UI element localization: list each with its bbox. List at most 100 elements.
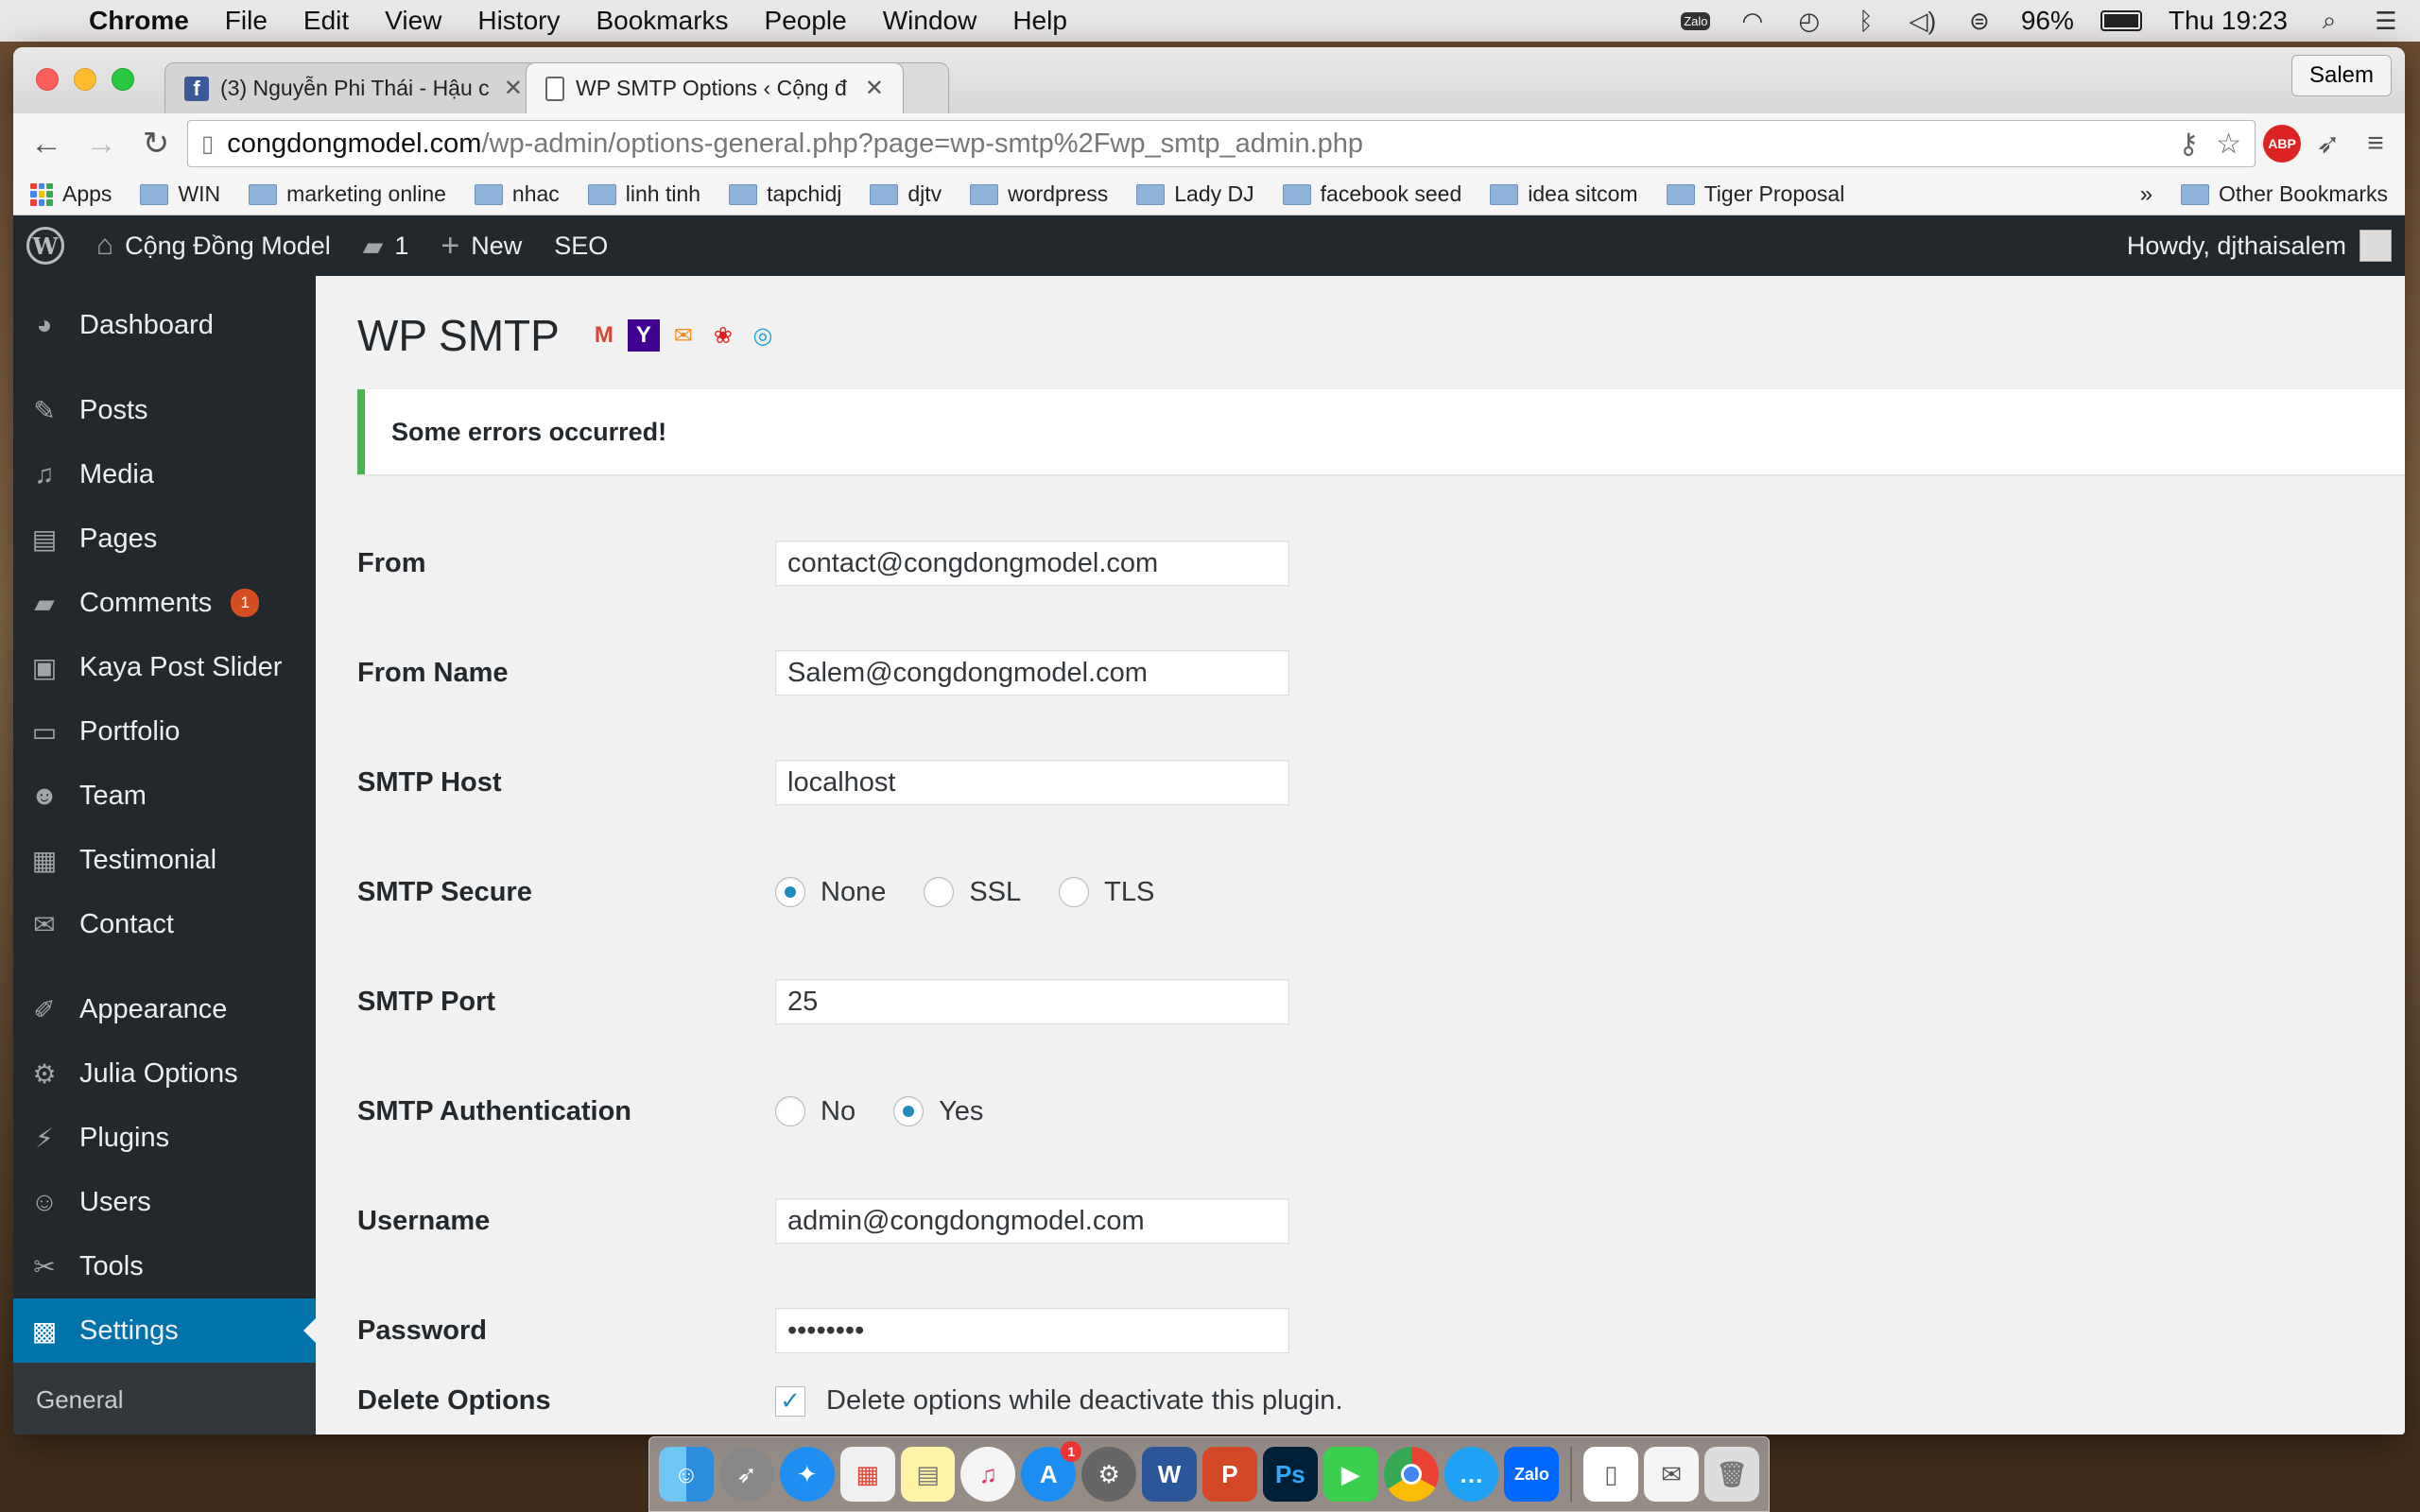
radio-button[interactable] xyxy=(924,877,955,907)
close-tab-icon[interactable]: ✕ xyxy=(504,75,523,102)
bookmark-star-icon[interactable]: ☆ xyxy=(2216,128,2241,161)
key-icon[interactable]: ⚷ xyxy=(2178,128,2199,161)
powerpoint-icon[interactable]: P xyxy=(1202,1447,1257,1502)
sidebar-item-testimonial[interactable]: ▦ Testimonial xyxy=(13,828,316,892)
word-icon[interactable]: W xyxy=(1142,1447,1198,1502)
sidebar-item-pages[interactable]: ▤ Pages xyxy=(13,507,316,571)
radio-button[interactable] xyxy=(1059,877,1090,907)
sidebar-item-appearance[interactable]: ✐ Appearance xyxy=(13,977,316,1041)
tab-facebook[interactable]: f (3) Nguyễn Phi Thái - Hậu c ✕ xyxy=(164,62,543,113)
smtp-host-field[interactable] xyxy=(775,760,1289,805)
facetime-icon[interactable]: ▶ xyxy=(1322,1447,1378,1502)
messages-icon[interactable]: … xyxy=(1443,1447,1499,1502)
menu-file[interactable]: File xyxy=(225,6,268,36)
wifi-icon[interactable]: ◠ xyxy=(1737,7,1768,35)
sidebar-item-posts[interactable]: ✎ Posts xyxy=(13,378,316,442)
zalo-dock-icon[interactable]: Zalo xyxy=(1504,1447,1560,1502)
bookmark-folder[interactable]: nhac xyxy=(474,181,560,207)
bookmark-apps[interactable]: Apps xyxy=(30,181,112,207)
bookmark-folder[interactable]: wordpress xyxy=(970,181,1108,207)
apps-grid-dock-icon[interactable]: ▦ xyxy=(839,1447,895,1502)
menu-view[interactable]: View xyxy=(385,6,441,36)
secure-ssl-radio[interactable]: SSL xyxy=(924,877,1021,908)
menu-help[interactable]: Help xyxy=(1012,6,1067,36)
trash-icon[interactable]: 🗑 xyxy=(1704,1447,1760,1502)
notes-icon[interactable]: ▤ xyxy=(900,1447,956,1502)
reload-icon[interactable]: ↻ xyxy=(132,120,180,167)
more-bookmarks-chevron-icon[interactable]: » xyxy=(2140,181,2152,208)
menu-people[interactable]: People xyxy=(765,6,847,36)
wordpress-logo-icon[interactable]: W xyxy=(26,227,64,265)
secure-tls-radio[interactable]: TLS xyxy=(1059,877,1154,908)
spotlight-search-icon[interactable]: ⌕ xyxy=(2314,6,2344,34)
clock[interactable]: Thu 19:23 xyxy=(2169,6,2288,36)
sidebar-item-team[interactable]: ☻ Team xyxy=(13,764,316,828)
secure-none-radio[interactable]: None xyxy=(775,877,886,908)
minimize-window-button[interactable] xyxy=(74,68,96,91)
bookmark-folder[interactable]: marketing online xyxy=(249,181,446,207)
tab-wp-smtp[interactable]: WP SMTP Options ‹ Cộng đ ✕ xyxy=(526,62,904,113)
from-name-field[interactable] xyxy=(775,650,1289,696)
delete-options-checkbox[interactable]: ✓ xyxy=(775,1385,805,1417)
document-stack-icon[interactable]: ▯ xyxy=(1583,1447,1639,1502)
site-name-link[interactable]: ⌂ Cộng Đồng Model xyxy=(96,230,331,262)
bookmark-folder[interactable]: facebook seed xyxy=(1282,181,1461,207)
address-bar[interactable]: ▯ congdongmodel.com/wp-admin/options-gen… xyxy=(187,120,2256,167)
cloud-sync-icon[interactable]: ⊜ xyxy=(1964,7,1995,35)
menu-edit[interactable]: Edit xyxy=(303,6,349,36)
bookmark-folder[interactable]: djtv xyxy=(870,181,942,207)
seo-link[interactable]: SEO xyxy=(554,232,608,261)
system-preferences-icon[interactable]: ⚙ xyxy=(1081,1447,1137,1502)
bookmark-folder[interactable]: Tiger Proposal xyxy=(1666,181,1844,207)
extension-rocket-icon[interactable]: ➶ xyxy=(2308,124,2348,163)
notification-center-icon[interactable]: ☰ xyxy=(2371,7,2401,35)
app-store-icon[interactable]: A1 xyxy=(1021,1441,1082,1502)
bookmark-folder[interactable]: WIN xyxy=(140,181,220,207)
adblock-plus-icon[interactable]: ABP xyxy=(2263,125,2301,163)
radio-button[interactable] xyxy=(775,1096,805,1126)
zalo-tray-icon[interactable]: Zalo xyxy=(1681,8,1711,34)
forward-arrow-icon[interactable]: → xyxy=(78,120,125,167)
sidebar-item-portfolio[interactable]: ▭ Portfolio xyxy=(13,699,316,764)
itunes-icon[interactable]: ♫ xyxy=(960,1447,1016,1502)
photoshop-icon[interactable]: Ps xyxy=(1262,1447,1318,1502)
mail-stack-icon[interactable]: ✉ xyxy=(1644,1447,1700,1502)
sidebar-item-tools[interactable]: ✂ Tools xyxy=(13,1234,316,1298)
bluetooth-icon[interactable]: ᛒ xyxy=(1851,7,1881,35)
from-field[interactable] xyxy=(775,541,1289,586)
back-arrow-icon[interactable]: ← xyxy=(23,120,70,167)
bookmark-other[interactable]: Other Bookmarks xyxy=(2181,181,2388,207)
sidebar-item-comments[interactable]: ▰ Comments 1 xyxy=(13,571,316,635)
volume-icon[interactable]: ◁) xyxy=(1908,7,1938,35)
sidebar-item-contact[interactable]: ✉ Contact xyxy=(13,892,316,956)
auth-no-radio[interactable]: No xyxy=(775,1096,856,1127)
close-window-button[interactable] xyxy=(36,68,59,91)
chrome-menu-icon[interactable]: ≡ xyxy=(2356,124,2395,163)
menu-window[interactable]: Window xyxy=(883,6,977,36)
smtp-port-field[interactable] xyxy=(775,979,1289,1024)
launchpad-icon[interactable]: ➶ xyxy=(718,1447,774,1502)
submenu-general[interactable]: General xyxy=(13,1376,316,1423)
battery-icon[interactable] xyxy=(2100,10,2142,31)
profile-button[interactable]: Salem xyxy=(2290,55,2392,96)
sidebar-item-plugins[interactable]: ⚡ Plugins xyxy=(13,1106,316,1170)
bookmark-folder[interactable]: linh tinh xyxy=(587,181,700,207)
auth-yes-radio[interactable]: Yes xyxy=(893,1096,983,1127)
radio-button[interactable] xyxy=(893,1096,925,1126)
password-field[interactable]: •••••••• xyxy=(775,1308,1289,1353)
finder-icon[interactable]: ☺ xyxy=(659,1447,714,1502)
menu-history[interactable]: History xyxy=(477,6,560,36)
sidebar-item-kaya-post-slider[interactable]: ▣ Kaya Post Slider xyxy=(13,635,316,699)
time-machine-icon[interactable]: ◴ xyxy=(1794,7,1824,35)
account-menu[interactable]: Howdy, djthaisalem xyxy=(2127,230,2392,262)
bookmark-folder[interactable]: idea sitcom xyxy=(1490,181,1638,207)
safari-icon[interactable]: ✦ xyxy=(779,1447,835,1502)
menu-bookmarks[interactable]: Bookmarks xyxy=(596,6,728,36)
comments-link[interactable]: ▰ 1 xyxy=(363,231,409,262)
new-content-link[interactable]: + New xyxy=(441,228,522,265)
chrome-dock-icon[interactable] xyxy=(1383,1447,1439,1502)
sidebar-item-media[interactable]: ♫ Media xyxy=(13,442,316,507)
sidebar-item-users[interactable]: ☺ Users xyxy=(13,1170,316,1234)
sidebar-item-julia-options[interactable]: ⚙ Julia Options xyxy=(13,1041,316,1106)
close-tab-icon[interactable]: ✕ xyxy=(865,75,884,102)
